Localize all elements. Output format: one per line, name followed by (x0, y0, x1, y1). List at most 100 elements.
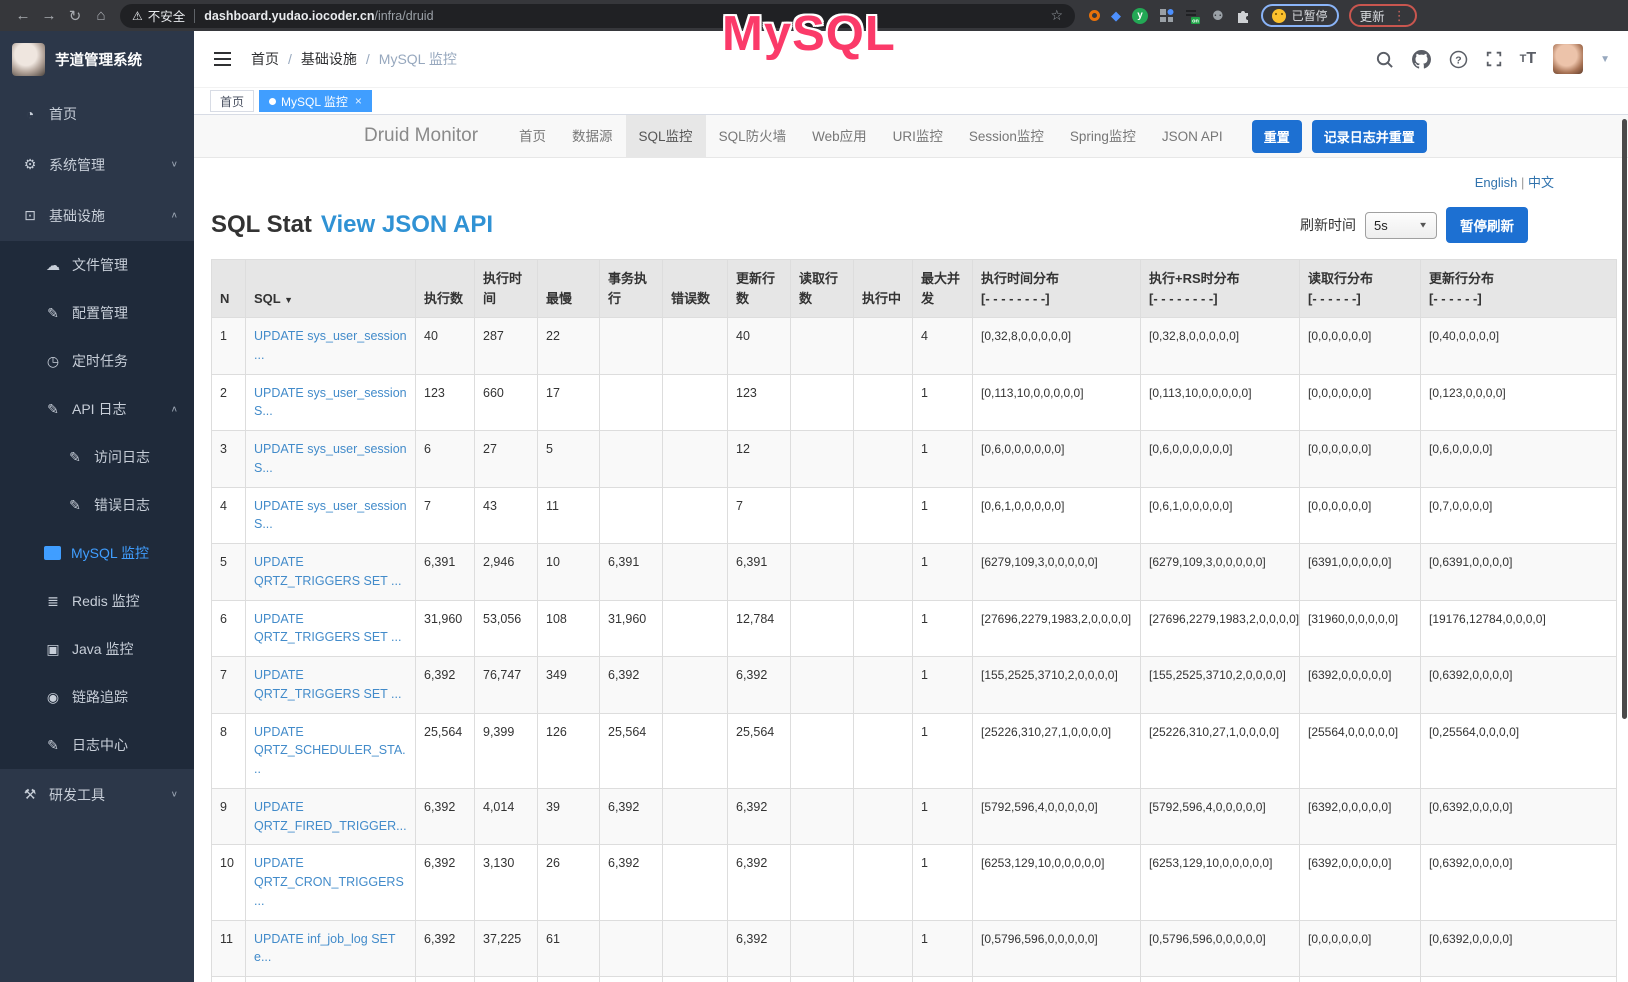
log-and-reset-button[interactable]: 记录日志并重置 (1312, 120, 1427, 153)
pause-refresh-button[interactable]: 暂停刷新 (1446, 207, 1528, 243)
column-header[interactable]: 事务执行 (600, 260, 663, 318)
sidebar-item-api-logs[interactable]: ✎API 日志∧ (0, 385, 194, 433)
sql-link[interactable]: UPDATE QRTZ_CRON_TRIGGERS... (254, 856, 404, 908)
extension-donut-icon[interactable] (1089, 10, 1100, 21)
druid-nav-session[interactable]: Session监控 (956, 115, 1057, 158)
view-json-api-link[interactable]: View JSON API (321, 211, 493, 239)
sidebar-item-error-log[interactable]: ✎错误日志 (0, 481, 194, 529)
sql-link[interactable]: UPDATE sys_user_session ... (254, 329, 407, 362)
druid-nav-json-api[interactable]: JSON API (1149, 115, 1236, 158)
sql-link[interactable]: UPDATE sys_user_session S... (254, 386, 407, 419)
chevron-down-icon[interactable]: ▼ (1600, 54, 1610, 65)
lang-chinese-link[interactable]: 中文 (1528, 175, 1554, 190)
cell: 1 (913, 487, 973, 544)
menu-kebab-icon[interactable]: ⋮ (1393, 8, 1406, 24)
address-bar[interactable]: ⚠ 不安全 dashboard.yudao.iocoder.cn /infra/… (120, 4, 1075, 28)
breadcrumb-item[interactable]: 首页 (251, 49, 279, 69)
extension-person-icon[interactable]: ⚉ (1212, 8, 1224, 24)
back-icon[interactable]: ← (10, 7, 36, 24)
extension-gem-icon[interactable]: ◆ (1111, 8, 1121, 24)
column-header[interactable]: 最大并发 (913, 260, 973, 318)
sidebar-item-dev-tools[interactable]: ⚒研发工具∨ (0, 769, 194, 820)
app-logo[interactable]: 芋道管理系统 (0, 31, 194, 88)
home-icon[interactable]: ⌂ (88, 7, 114, 24)
sql-link[interactable]: UPDATE inf_job_log SET e... (254, 932, 395, 965)
fullscreen-icon[interactable] (1485, 50, 1503, 68)
column-header[interactable]: 执行+RS时分布[- - - - - - - -] (1141, 260, 1300, 318)
column-header[interactable]: 错误数 (663, 260, 728, 318)
cell: 7 (416, 487, 475, 544)
extension-blocks-icon[interactable] (1159, 8, 1174, 23)
column-header[interactable]: 执行数 (416, 260, 475, 318)
tag-label: MySQL 监控 (281, 93, 348, 110)
sql-link[interactable]: UPDATE QRTZ_SCHEDULER_STA... (254, 725, 406, 777)
help-icon[interactable]: ? (1449, 50, 1468, 69)
cell: 6,391 (728, 544, 791, 601)
extension-y-icon[interactable]: y (1132, 8, 1148, 24)
lang-english-link[interactable]: English (1475, 175, 1518, 190)
sidebar-item-access-log[interactable]: ✎访问日志 (0, 433, 194, 481)
sidebar-item-label: API 日志 (72, 399, 126, 419)
druid-nav-sql[interactable]: SQL监控 (626, 115, 706, 158)
sql-link[interactable]: UPDATE QRTZ_TRIGGERS SET ... (254, 612, 401, 645)
reload-icon[interactable]: ↻ (62, 7, 88, 25)
column-header[interactable]: 执行时间 (475, 260, 538, 318)
column-header[interactable]: SQL ▼ (246, 260, 416, 318)
github-icon[interactable] (1411, 49, 1432, 70)
sql-link[interactable]: UPDATE QRTZ_TRIGGERS SET ... (254, 555, 401, 588)
sql-stat-table: NSQL ▼执行数执行时间最慢事务执行错误数更新行数读取行数执行中最大并发执行时… (211, 259, 1617, 982)
user-avatar[interactable] (1553, 44, 1583, 74)
row-number-cell: 5 (212, 544, 246, 601)
hamburger-icon[interactable] (214, 52, 231, 66)
font-size-icon[interactable]: TT (1520, 50, 1537, 68)
breadcrumb-item[interactable]: 基础设施 (301, 49, 357, 69)
sidebar-item-scheduled-tasks[interactable]: ◷定时任务 (0, 337, 194, 385)
column-header[interactable]: 执行时间分布[- - - - - - - -] (973, 260, 1141, 318)
column-header[interactable]: 读取行分布[- - - - - -] (1300, 260, 1421, 318)
sidebar-item-redis-monitor[interactable]: ≣Redis 监控 (0, 577, 194, 625)
sidebar-item-config-management[interactable]: ✎配置管理 (0, 289, 194, 337)
cell: [0,32,8,0,0,0,0,0] (973, 318, 1141, 375)
druid-nav-datasource[interactable]: 数据源 (559, 115, 626, 158)
tag-item[interactable]: 首页 (210, 90, 254, 112)
sidebar-item-log-center[interactable]: ✎日志中心 (0, 721, 194, 769)
search-icon[interactable] (1375, 50, 1394, 69)
column-header[interactable]: 读取行数 (791, 260, 854, 318)
sidebar-item-java-monitor[interactable]: ▣Java 监控 (0, 625, 194, 673)
druid-nav-wall[interactable]: SQL防火墙 (706, 115, 800, 158)
cell: 25,564 (600, 713, 663, 788)
sidebar-item-mysql-monitor[interactable]: ▤MySQL 监控 (0, 529, 194, 577)
sidebar-item-file-management[interactable]: ☁文件管理 (0, 241, 194, 289)
forward-icon[interactable]: → (36, 7, 62, 24)
column-header[interactable]: N (212, 260, 246, 318)
tag-item[interactable]: MySQL 监控 × (259, 90, 372, 112)
column-header[interactable]: 最慢 (538, 260, 600, 318)
sql-link[interactable]: UPDATE QRTZ_TRIGGERS SET ... (254, 668, 401, 701)
druid-nav-webapp[interactable]: Web应用 (799, 115, 880, 158)
close-icon[interactable]: × (355, 94, 362, 108)
sidebar-item-infrastructure[interactable]: ⊡基础设施∧ (0, 190, 194, 241)
cell: [25226,310,27,1,0,0,0,0] (1141, 713, 1300, 788)
druid-nav-uri[interactable]: URI监控 (880, 115, 956, 158)
sidebar-item-trace[interactable]: ◉链路追踪 (0, 673, 194, 721)
extension-list-on-icon[interactable]: on (1185, 8, 1201, 24)
sql-link[interactable]: UPDATE sys_user_session S... (254, 442, 407, 475)
column-header[interactable]: 执行中 (854, 260, 913, 318)
column-header[interactable]: 更新行分布[- - - - - -] (1421, 260, 1617, 318)
bookmark-star-icon[interactable]: ☆ (1050, 7, 1063, 24)
druid-nav-spring[interactable]: Spring监控 (1057, 115, 1149, 158)
sidebar-item-home[interactable]: ◔首页 (0, 88, 194, 139)
druid-nav-home[interactable]: 首页 (506, 115, 559, 158)
scrollbar-thumb[interactable] (1622, 119, 1627, 719)
refresh-interval-select[interactable]: 5s ▼ (1365, 212, 1437, 239)
puzzle-icon[interactable] (1235, 8, 1251, 24)
sql-link[interactable]: UPDATE sys_user_session S... (254, 499, 407, 532)
chrome-update-button[interactable]: 更新 ⋮ (1349, 4, 1417, 27)
profile-paused-chip[interactable]: 已暂停 (1261, 4, 1339, 27)
column-header[interactable]: 更新行数 (728, 260, 791, 318)
reset-button[interactable]: 重置 (1252, 120, 1302, 153)
sql-link[interactable]: UPDATE QRTZ_FIRED_TRIGGER... (254, 800, 407, 833)
sidebar-item-system-management[interactable]: ⚙系统管理∨ (0, 139, 194, 190)
breadcrumb-item[interactable]: MySQL 监控 (379, 49, 457, 69)
cell: 37,225 (475, 920, 538, 977)
